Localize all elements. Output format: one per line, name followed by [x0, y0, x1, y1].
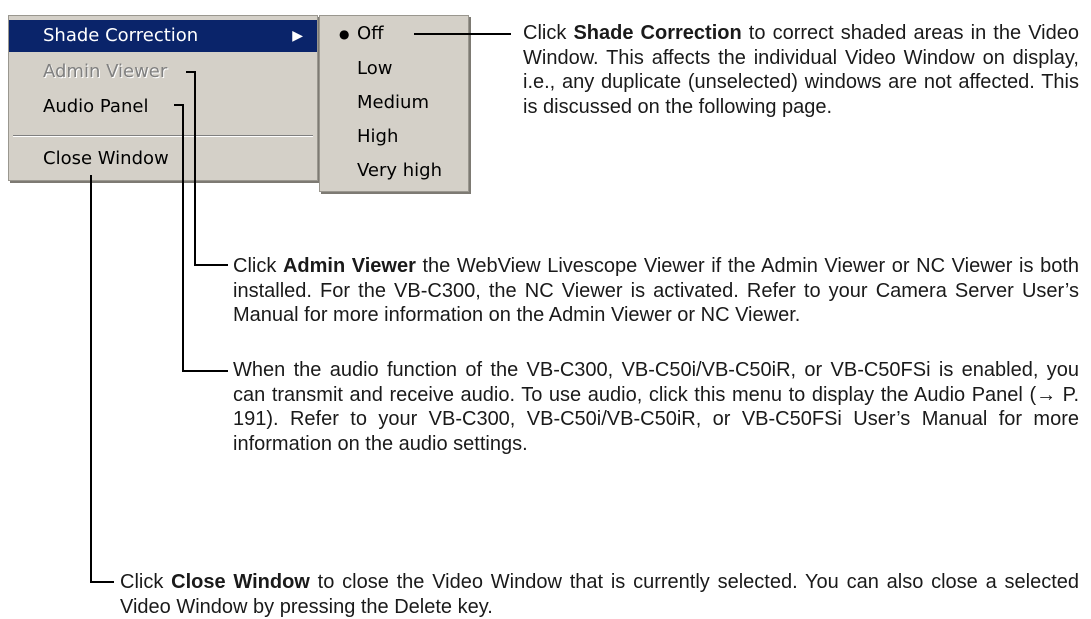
menu-item-label: Shade Correction — [43, 25, 199, 46]
submenu-item-label: Off — [357, 23, 384, 44]
description-text: Click — [233, 255, 283, 277]
description-term: Close Window — [171, 571, 310, 593]
callout-line-audio — [182, 104, 184, 372]
menu-item-admin-viewer: Admin Viewer — [9, 56, 317, 88]
callout-line-audio — [182, 370, 228, 372]
description-text: When the audio function of the VB-C300, … — [233, 359, 1079, 455]
description-text: Click — [523, 22, 574, 44]
menu-item-shade-correction[interactable]: Shade Correction ▶ — [9, 20, 317, 52]
menu-item-label: Close Window — [43, 148, 169, 169]
menu-item-audio-panel[interactable]: Audio Panel — [9, 91, 317, 123]
callout-line-admin — [194, 264, 228, 266]
description-audio-panel: When the audio function of the VB-C300, … — [233, 358, 1079, 456]
callout-line-admin — [194, 71, 196, 266]
callout-line-shade — [414, 33, 511, 35]
submenu-item-low[interactable]: Low — [320, 53, 468, 85]
description-text: Click — [120, 571, 172, 593]
submenu-item-label: High — [357, 126, 399, 147]
submenu-item-medium[interactable]: Medium — [320, 87, 468, 119]
description-term: Admin Viewer — [282, 255, 416, 277]
callout-line-close — [90, 175, 92, 583]
callout-line-close — [90, 581, 114, 583]
menu-item-label: Audio Panel — [43, 96, 149, 117]
context-menu: Shade Correction ▶ Admin Viewer Audio Pa… — [8, 15, 318, 181]
menu-separator — [13, 135, 313, 137]
menu-item-close-window[interactable]: Close Window — [9, 143, 317, 175]
description-admin-viewer: Click Admin Viewer the WebView Livescope… — [233, 254, 1079, 328]
shade-correction-submenu: ● Off Low Medium High Very high — [319, 15, 469, 192]
submenu-item-high[interactable]: High — [320, 121, 468, 153]
submenu-item-label: Very high — [357, 160, 443, 181]
description-close-window: Click Close Window to close the Video Wi… — [120, 570, 1079, 619]
description-shade-correction: Click Shade Correction to correct shaded… — [523, 21, 1079, 119]
submenu-item-very-high[interactable]: Very high — [320, 155, 468, 187]
submenu-item-label: Medium — [357, 92, 429, 113]
submenu-arrow-icon: ▶ — [292, 28, 303, 44]
menu-item-label: Admin Viewer — [43, 61, 168, 82]
radio-bullet-icon: ● — [339, 27, 350, 41]
submenu-item-label: Low — [357, 58, 393, 79]
description-term: Shade Correction — [573, 22, 742, 44]
